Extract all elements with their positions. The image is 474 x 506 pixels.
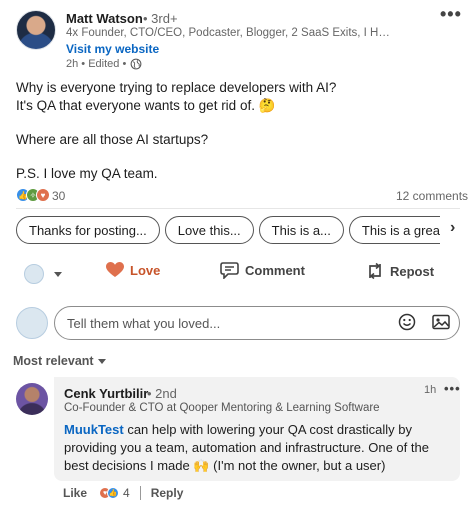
- post-time: 2h • Edited •: [66, 58, 127, 70]
- author-avatar[interactable]: [16, 10, 56, 50]
- commenter-avatar[interactable]: [16, 383, 48, 415]
- reaction-picker[interactable]: [24, 264, 62, 284]
- chevron-down-icon: [97, 358, 106, 364]
- comment-label: Comment: [245, 263, 305, 278]
- ellipsis-icon[interactable]: •••: [440, 4, 462, 25]
- suggested-replies: Thanks for posting... Love this... This …: [16, 216, 440, 245]
- love-reaction-icon: ♥: [36, 188, 50, 202]
- comment-actions: Like ♥ 👍 4 Reply: [63, 486, 183, 500]
- divider: [139, 486, 141, 500]
- chevron-right-icon[interactable]: ›: [450, 219, 455, 237]
- commenter-degree: • 2nd: [147, 386, 177, 401]
- comment-time: 1h: [424, 384, 437, 396]
- commenter-name[interactable]: Cenk Yurtbilir: [64, 386, 148, 401]
- visit-website-link[interactable]: Visit my website: [66, 42, 159, 56]
- suggestion-chip[interactable]: Thanks for posting...: [16, 216, 160, 244]
- comment-reaction-icons[interactable]: ♥ 👍: [99, 487, 120, 499]
- comment-reactions-count[interactable]: 4: [123, 486, 130, 500]
- repost-label: Repost: [390, 263, 435, 279]
- comments-count[interactable]: 12 comments: [396, 189, 468, 203]
- post-body-line: P.S. I love my QA team.: [16, 166, 158, 181]
- reply-button[interactable]: Reply: [151, 486, 184, 500]
- mention-link[interactable]: MuukTest: [64, 422, 124, 437]
- author-name[interactable]: Matt Watson: [66, 11, 143, 26]
- suggestion-chip[interactable]: This is a...: [258, 216, 344, 244]
- repost-icon: [369, 262, 381, 280]
- comment-icon: [220, 262, 239, 279]
- love-button[interactable]: Love: [106, 262, 160, 278]
- commenter-headline: Co-Founder & CTO at Qooper Mentoring & L…: [64, 402, 380, 414]
- image-icon[interactable]: [432, 313, 450, 331]
- divider: [16, 208, 460, 209]
- avatar[interactable]: [16, 307, 48, 339]
- author-headline: 4x Founder, CTO/CEO, Podcaster, Blogger,…: [66, 27, 396, 39]
- love-label: Love: [130, 262, 161, 278]
- ellipsis-icon[interactable]: •••: [444, 381, 461, 396]
- reactions-count[interactable]: 30: [52, 189, 65, 203]
- like-reaction-icon: 👍: [107, 487, 120, 499]
- post-action-bar: Love Comment Repost: [16, 258, 460, 290]
- post-body-line: Why is everyone trying to replace develo…: [16, 80, 337, 95]
- comment-text: MuukTest can help with lowering your QA …: [64, 421, 452, 475]
- chevron-down-icon: [54, 271, 62, 277]
- author-degree: • 3rd+: [143, 11, 178, 26]
- comment-button[interactable]: Comment: [220, 262, 305, 279]
- emoji-icon[interactable]: [398, 313, 416, 331]
- globe-icon: [130, 58, 142, 70]
- heart-icon: [106, 262, 124, 277]
- suggestion-chip[interactable]: This is a grea: [348, 216, 440, 244]
- post-meta: 2h • Edited •: [66, 58, 142, 70]
- repost-button[interactable]: Repost: [366, 262, 434, 280]
- reaction-icons[interactable]: 👍 ✧ ♥: [16, 188, 50, 202]
- post-body-line: Where are all those AI startups?: [16, 132, 209, 147]
- avatar: [24, 264, 44, 284]
- comment-like-button[interactable]: Like: [63, 486, 87, 500]
- sort-select[interactable]: Most relevant: [13, 354, 106, 368]
- post-body-line: It's QA that everyone wants to get rid o…: [16, 98, 276, 113]
- sort-label: Most relevant: [13, 354, 94, 368]
- suggestion-chip[interactable]: Love this...: [164, 216, 254, 244]
